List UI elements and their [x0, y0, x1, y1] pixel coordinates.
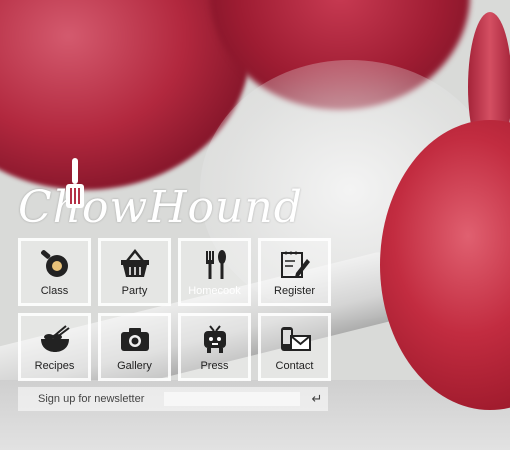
menu-tile-register[interactable]: Register — [258, 238, 331, 306]
menu-tile-class[interactable]: Class — [18, 238, 91, 306]
menu-label: Gallery — [117, 360, 152, 372]
basket-icon — [120, 249, 149, 277]
menu-label: Register — [274, 285, 315, 297]
menu-label: Contact — [275, 360, 314, 372]
menu-label: Press — [200, 360, 229, 372]
newsletter-label: Sign up for newsletter — [38, 393, 145, 405]
notepad-pencil-icon — [280, 251, 310, 278]
menu-label: Recipes — [34, 360, 75, 372]
menu-tile-gallery[interactable]: Gallery — [98, 313, 171, 381]
menu-tile-contact[interactable]: Contact — [258, 313, 331, 381]
cutlery-icon — [205, 250, 226, 279]
bowl-chopsticks-icon — [40, 325, 70, 352]
frying-pan-icon — [40, 250, 68, 277]
spatula-icon — [66, 158, 84, 208]
menu-tile-party[interactable]: Party — [98, 238, 171, 306]
menu-tile-homecook[interactable]: Homecook — [178, 238, 251, 306]
menu-label: Homecook — [188, 285, 241, 297]
menu-tile-press[interactable]: Press — [178, 313, 251, 381]
logo-text: ChowHound — [18, 182, 303, 233]
camera-icon — [120, 328, 149, 351]
main-menu: Class Party Homecook Register Recipes Ga… — [18, 238, 334, 381]
enter-return-icon[interactable]: ↵ — [308, 391, 326, 407]
site-logo[interactable]: ChowHound — [18, 158, 303, 233]
phone-mail-icon — [280, 327, 311, 351]
menu-tile-recipes[interactable]: Recipes — [18, 313, 91, 381]
menu-label: Party — [121, 285, 148, 297]
tv-character-icon — [203, 325, 226, 353]
menu-label: Class — [40, 285, 69, 297]
newsletter-email-input[interactable] — [164, 392, 300, 406]
newsletter-bar: Sign up for newsletter ↵ — [18, 387, 328, 411]
